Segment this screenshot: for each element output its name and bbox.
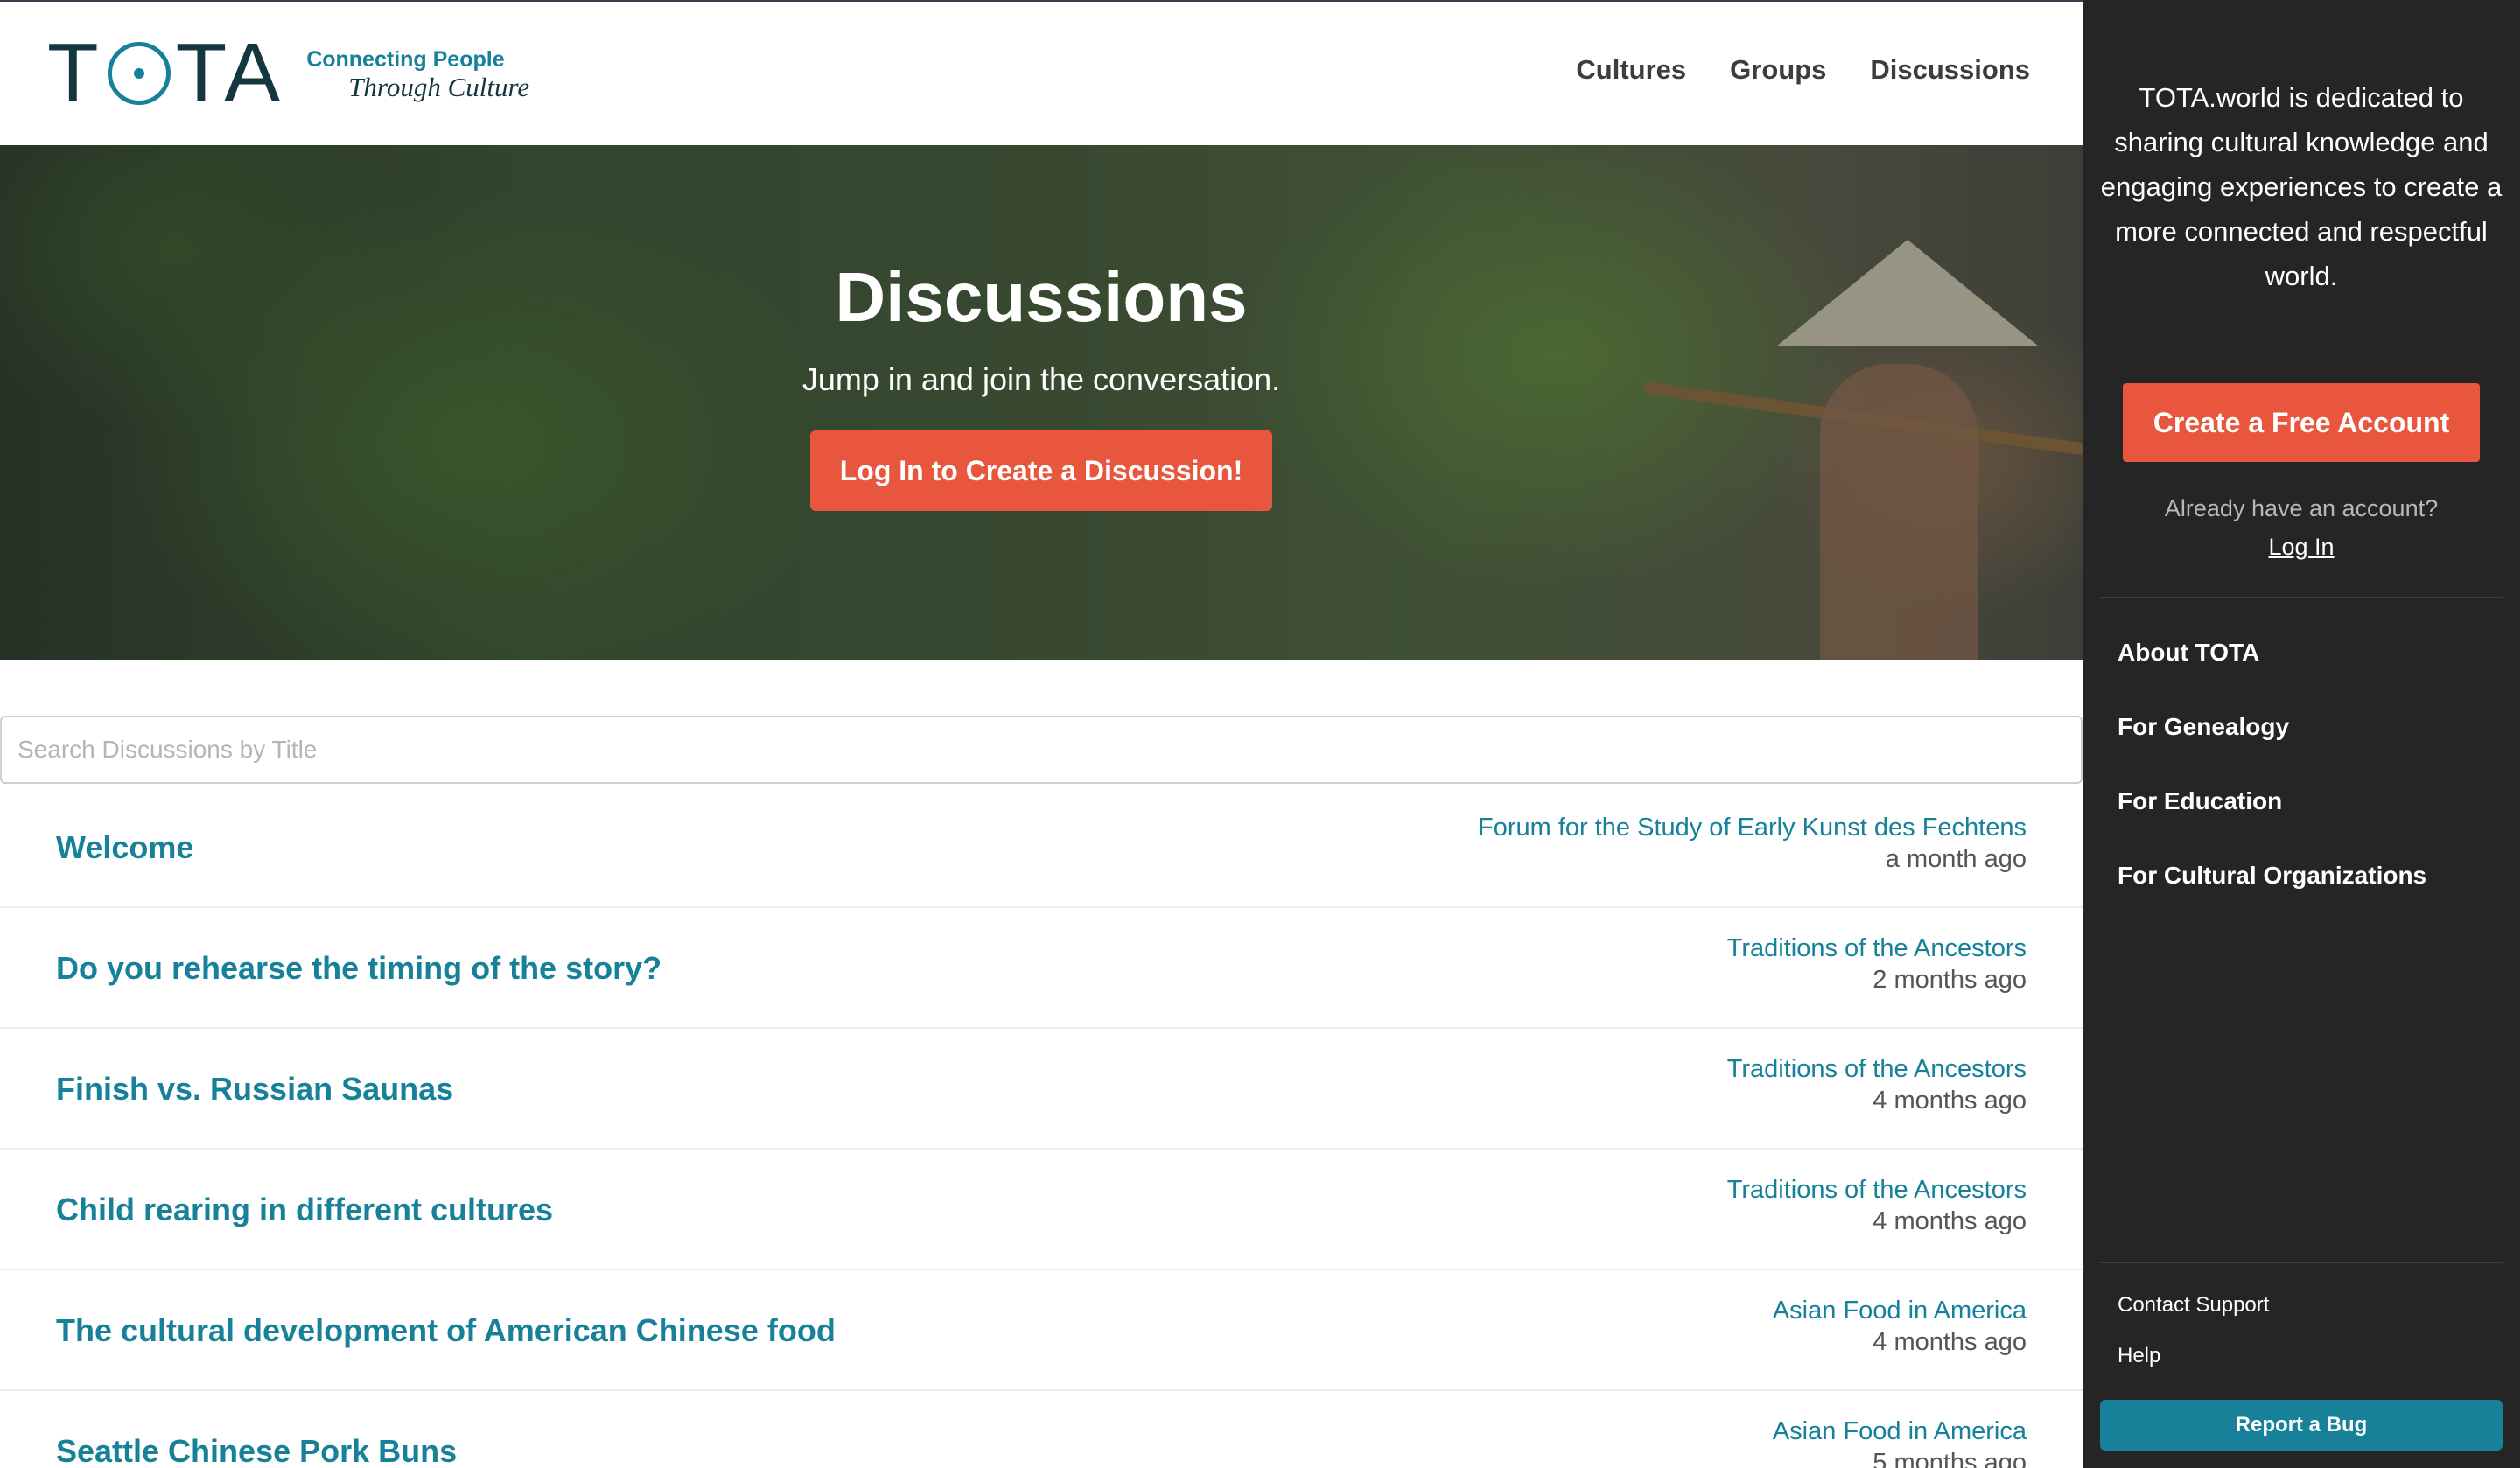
nav-groups[interactable]: Groups [1730, 54, 1826, 86]
logo-wordmark: T TA [47, 31, 284, 115]
discussion-timestamp: 2 months ago [1872, 966, 2026, 994]
discussion-group-link[interactable]: Traditions of the Ancestors [1727, 1174, 2026, 1206]
discussion-row: Child rearing in different cultures Trad… [0, 1150, 2082, 1270]
discussion-timestamp: 5 months ago [1872, 1449, 2026, 1468]
discussion-meta: Traditions of the Ancestors 4 months ago [1727, 1053, 2026, 1116]
discussion-group-link[interactable]: Asian Food in America [1773, 1295, 2026, 1326]
search-discussions-input[interactable] [0, 716, 2082, 784]
sidebar-links: About TOTA For Genealogy For Education F… [2118, 635, 2426, 933]
logo-circle-icon [107, 42, 171, 105]
already-have-account-text: Already have an account? [2164, 495, 2439, 521]
contact-support-link[interactable]: Contact Support [2118, 1290, 2269, 1340]
sidebar-footer-divider [2100, 1262, 2502, 1263]
right-sidebar: TOTA.world is dedicated to sharing cultu… [2082, 0, 2520, 1468]
discussion-group-link[interactable]: Traditions of the Ancestors [1727, 933, 2026, 964]
discussion-meta: Asian Food in America 5 months ago [1773, 1416, 2026, 1468]
discussion-group-link[interactable]: Asian Food in America [1773, 1416, 2026, 1447]
discussion-title-link[interactable]: Do you rehearse the timing of the story? [56, 908, 662, 1029]
discussion-meta: Asian Food in America 4 months ago [1773, 1295, 2026, 1358]
nav-discussions[interactable]: Discussions [1870, 54, 2030, 86]
discussion-title-link[interactable]: Welcome [56, 787, 193, 908]
sidebar-item-about[interactable]: About TOTA [2118, 635, 2426, 710]
logo-letter-t: T [47, 26, 102, 120]
create-account-button[interactable]: Create a Free Account [2123, 383, 2480, 462]
sidebar-divider [2100, 597, 2502, 598]
discussion-row: Finish vs. Russian Saunas Traditions of … [0, 1029, 2082, 1150]
main-nav: Cultures Groups Discussions [1576, 54, 2030, 86]
discussion-title-link[interactable]: The cultural development of American Chi… [56, 1270, 836, 1391]
discussion-group-link[interactable]: Traditions of the Ancestors [1727, 1053, 2026, 1085]
login-create-discussion-button[interactable]: Log In to Create a Discussion! [810, 430, 1272, 511]
discussion-title-link[interactable]: Child rearing in different cultures [56, 1150, 553, 1270]
discussion-group-link[interactable]: Forum for the Study of Early Kunst des F… [1478, 812, 2026, 843]
site-header: T TA Connecting People Through Culture C… [0, 2, 2082, 145]
discussion-list: Welcome Forum for the Study of Early Kun… [0, 787, 2082, 1468]
report-bug-button[interactable]: Report a Bug [2100, 1400, 2502, 1451]
hero-content: Discussions Jump in and join the convers… [0, 145, 2082, 660]
sidebar-intro-text: TOTA.world is dedicated to sharing cultu… [2100, 82, 2502, 291]
discussion-timestamp: 4 months ago [1872, 1087, 2026, 1115]
discussion-timestamp: a month ago [1885, 845, 2026, 873]
discussion-timestamp: 4 months ago [1872, 1328, 2026, 1356]
tagline-line-2: Through Culture [348, 71, 530, 102]
help-link[interactable]: Help [2118, 1340, 2269, 1391]
discussion-row: The cultural development of American Chi… [0, 1270, 2082, 1391]
discussion-row: Welcome Forum for the Study of Early Kun… [0, 787, 2082, 908]
main-content: T TA Connecting People Through Culture C… [0, 0, 2082, 1468]
sidebar-item-education[interactable]: For Education [2118, 784, 2426, 858]
discussion-row: Do you rehearse the timing of the story?… [0, 908, 2082, 1029]
discussion-meta: Forum for the Study of Early Kunst des F… [1478, 812, 2026, 875]
sidebar-item-cultural-orgs[interactable]: For Cultural Organizations [2118, 858, 2426, 933]
hero-subtitle: Jump in and join the conversation. [802, 361, 1281, 397]
hero-title: Discussions [835, 258, 1248, 336]
sidebar-item-genealogy[interactable]: For Genealogy [2118, 710, 2426, 784]
tagline-line-1: Connecting People [306, 47, 505, 73]
nav-cultures[interactable]: Cultures [1576, 54, 1686, 86]
logo-letters-ta: TA [175, 26, 284, 120]
sidebar-footer: Contact Support Help [2118, 1290, 2269, 1391]
logo-tagline: Connecting People Through Culture [306, 45, 529, 102]
sidebar-login-link[interactable]: Log In [2082, 534, 2520, 561]
discussion-row: Seattle Chinese Pork Buns Asian Food in … [0, 1391, 2082, 1468]
discussion-meta: Traditions of the Ancestors 2 months ago [1727, 933, 2026, 996]
discussion-title-link[interactable]: Seattle Chinese Pork Buns [56, 1391, 457, 1468]
tota-logo[interactable]: T TA Connecting People Through Culture [47, 31, 529, 115]
discussion-timestamp: 4 months ago [1872, 1207, 2026, 1235]
discussion-meta: Traditions of the Ancestors 4 months ago [1727, 1174, 2026, 1237]
hero-banner: Discussions Jump in and join the convers… [0, 145, 2082, 660]
discussion-title-link[interactable]: Finish vs. Russian Saunas [56, 1029, 453, 1150]
